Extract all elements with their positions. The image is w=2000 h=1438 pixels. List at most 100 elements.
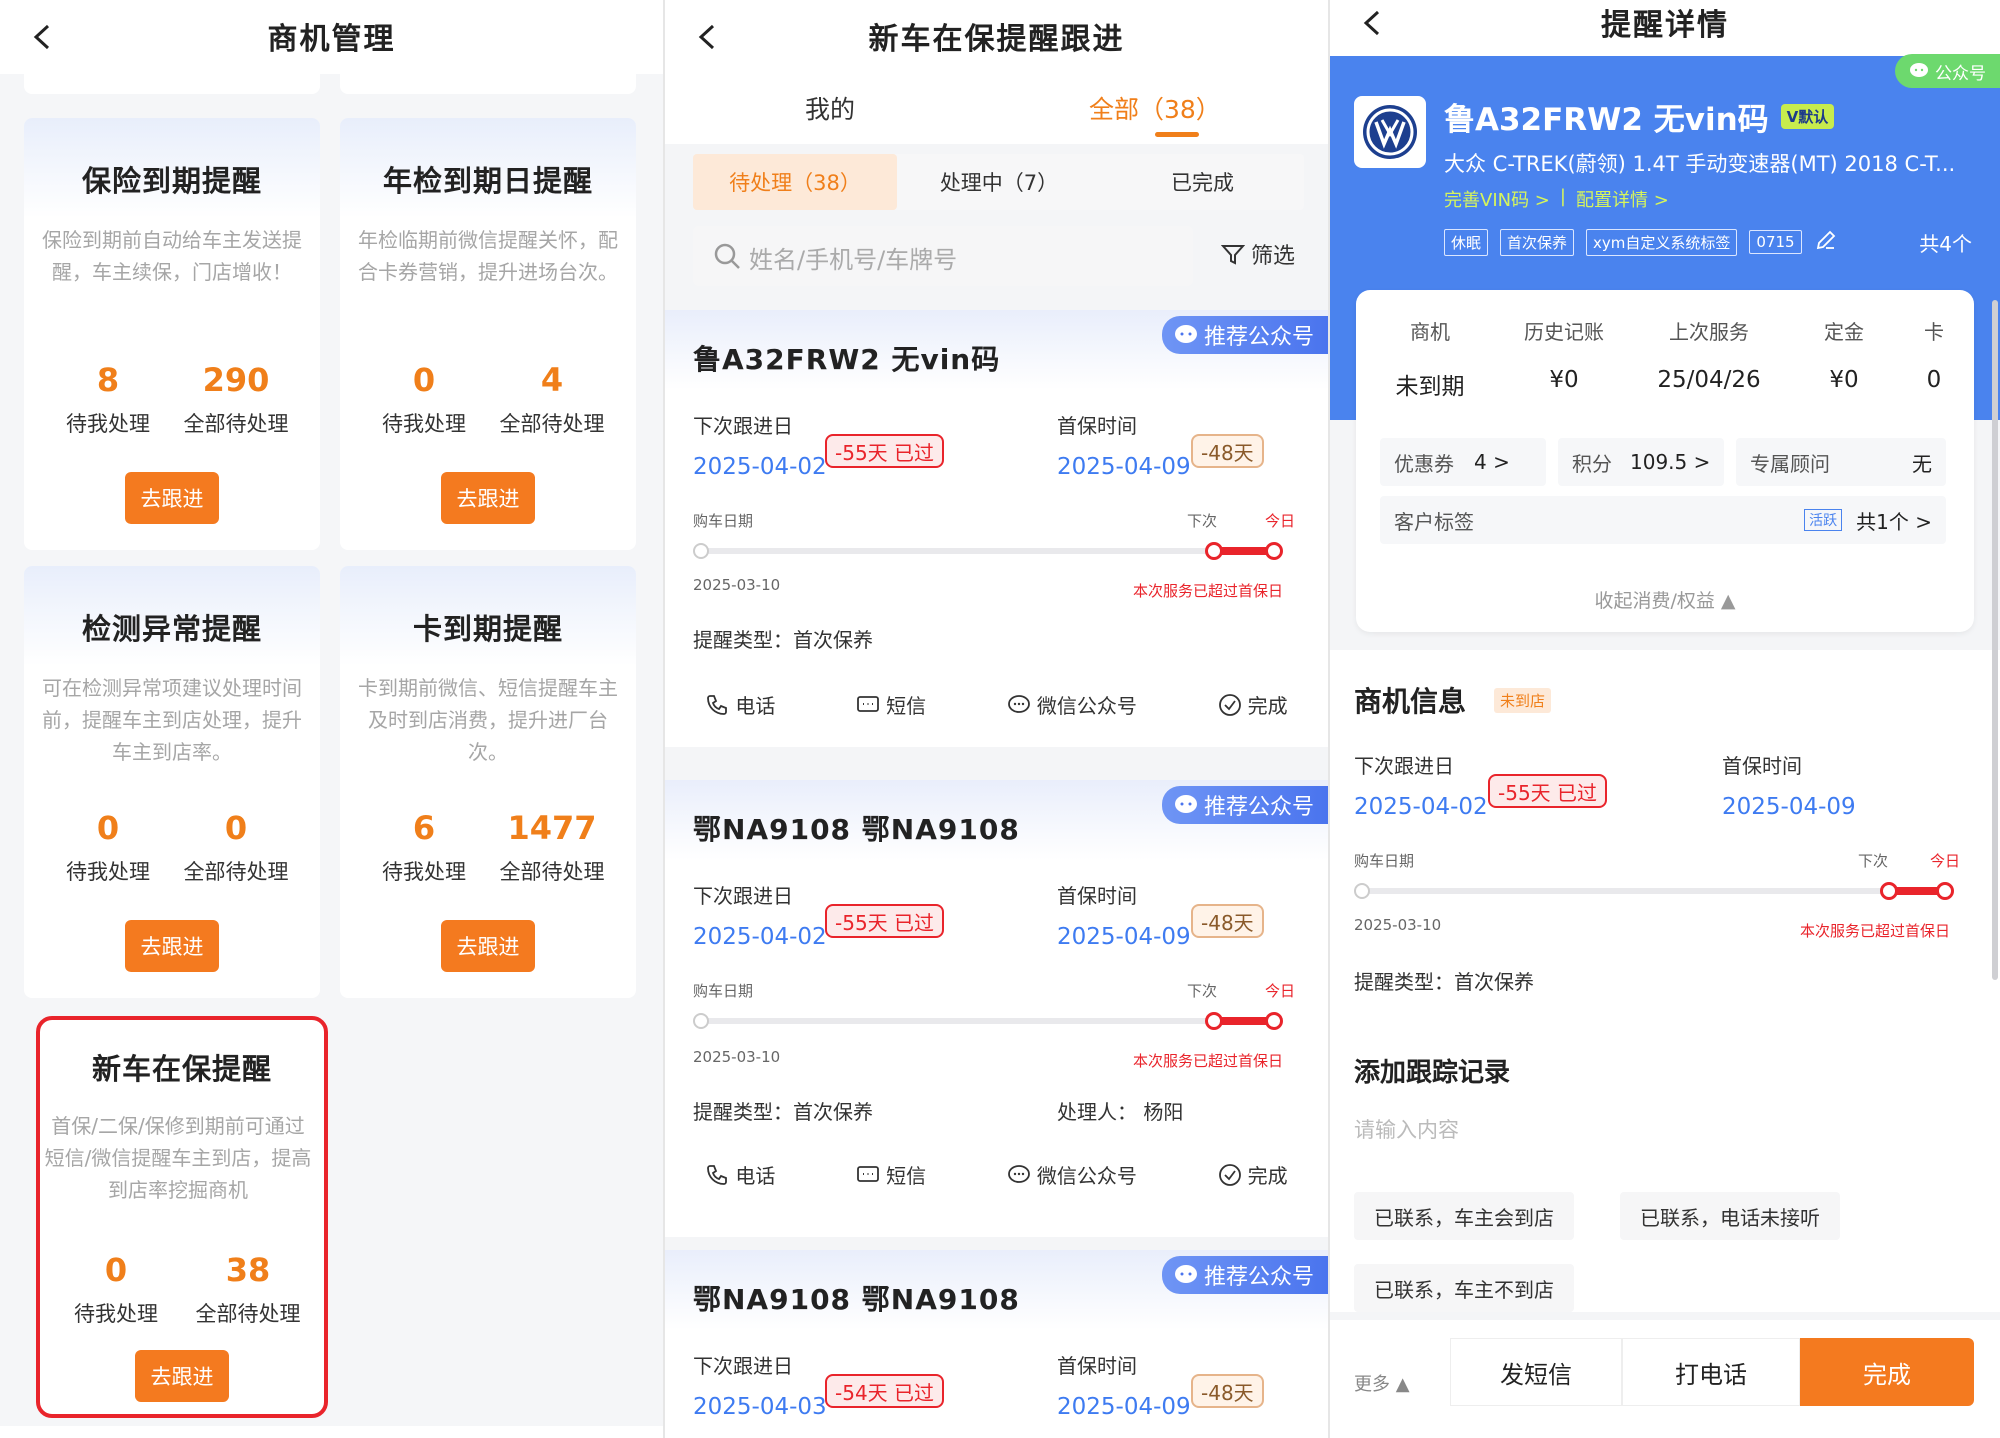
stat-number: 4: [540, 361, 564, 399]
warranty-followup-panel: 新车在保提醒跟进 我的 全部（38） 待处理（38） 处理中（7） 已完成 姓名…: [665, 0, 1328, 1438]
message-icon: [857, 695, 880, 712]
tag-count[interactable]: 共4个: [1919, 228, 1972, 257]
reminder-type: 提醒类型：首次保养: [693, 1100, 873, 1124]
chat-bubble-icon: [1174, 795, 1197, 813]
follow-up-button[interactable]: 去跟进: [135, 1350, 229, 1402]
next-followup-date: 2025-04-02: [693, 924, 827, 950]
customer-tag-row[interactable]: 客户标签 活跃 共1个 >: [1380, 496, 1946, 544]
subtab-processing[interactable]: 处理中（7）: [897, 154, 1101, 210]
collapse-benefits-toggle[interactable]: 收起消费/权益 ▲: [1356, 586, 1974, 613]
config-detail-link[interactable]: 配置详情 >: [1576, 186, 1669, 212]
recommend-official-account-badge[interactable]: 推荐公众号: [1161, 316, 1328, 354]
my-pending-stat[interactable]: 6 待我处理: [360, 806, 488, 886]
card-expiry-card[interactable]: 卡到期提醒 卡到期前微信、短信提醒车主及时到店消费，提升进厂台次。 6 待我处理 …: [340, 566, 636, 998]
info-business: 商机 未到期: [1395, 320, 1465, 400]
all-pending-stat[interactable]: 0 全部待处理: [172, 806, 300, 886]
sms-action[interactable]: 短信: [856, 690, 926, 719]
vehicle-links: 完善VIN码 > | 配置详情 >: [1444, 186, 1669, 212]
first-service-date: 2025-04-09: [1057, 924, 1191, 950]
recommend-official-account-badge[interactable]: 推荐公众号: [1161, 786, 1328, 824]
wechat-action[interactable]: 微信公众号: [1007, 1160, 1137, 1189]
chat-bubble-icon: [1007, 694, 1030, 713]
days-badge: -48天: [1191, 434, 1264, 468]
tag: 首次保养: [1500, 228, 1575, 256]
quick-reply-chip[interactable]: 已联系，车主不到店: [1354, 1264, 1574, 1312]
chat-bubble-icon: [1174, 1265, 1197, 1283]
tab-mine[interactable]: 我的: [805, 90, 855, 126]
quick-reply-chip[interactable]: 已联系，电话未接听: [1620, 1192, 1840, 1240]
follow-up-button[interactable]: 去跟进: [125, 472, 219, 524]
follow-up-button[interactable]: 去跟进: [441, 472, 535, 524]
first-service-label: 首保时间: [1057, 884, 1137, 908]
vehicle-model: 大众 C-TREK(蔚领) 1.4T 手动变速器(MT) 2018 C-T...: [1444, 152, 1956, 176]
my-pending-stat[interactable]: 0 待我处理: [360, 358, 488, 438]
info-deposit[interactable]: 定金 ¥0: [1794, 316, 1894, 401]
overdue-badge: -55天 已过: [825, 434, 945, 468]
action-label: 微信公众号: [1036, 1164, 1137, 1188]
recommend-official-account-badge[interactable]: 推荐公众号: [1161, 1256, 1328, 1294]
card-stub: [340, 74, 636, 94]
search-input[interactable]: 姓名/手机号/车牌号: [693, 226, 1193, 286]
info-card[interactable]: 卡0: [1894, 316, 1974, 401]
coupon-pill[interactable]: 优惠券 4 >: [1380, 438, 1546, 486]
inspection-anomaly-card[interactable]: 检测异常提醒 可在检测异常项建议处理时间前，提醒车主到店处理，提升车主到店率。 …: [24, 566, 320, 998]
advisor-pill[interactable]: 专属顾问无: [1736, 438, 1946, 486]
points-pill[interactable]: 积分 109.5 >: [1558, 438, 1724, 486]
reminder-type: 提醒类型：首次保养: [693, 628, 873, 652]
purchase-date-label: 购车日期: [693, 982, 754, 1000]
plate-number: 鲁A32FRW2 无vin码: [693, 343, 1001, 376]
next-followup-date: 2025-04-02: [1354, 794, 1488, 820]
send-sms-button[interactable]: 发短信: [1450, 1338, 1622, 1406]
info-history-bill[interactable]: 历史记账 ¥0: [1504, 316, 1624, 401]
subtab-done[interactable]: 已完成: [1101, 154, 1304, 210]
tracking-input[interactable]: 请输入内容: [1354, 1114, 1459, 1144]
header: 提醒详情: [1330, 0, 2000, 56]
my-pending-stat[interactable]: 0 待我处理: [51, 1248, 181, 1328]
all-pending-stat[interactable]: 38 全部待处理: [183, 1248, 313, 1328]
first-service-date: 2025-04-09: [1057, 454, 1191, 480]
reminder-record[interactable]: 鲁A32FRW2 无vin码 推荐公众号 下次跟进日 2025-04-02 -5…: [665, 310, 1328, 747]
wechat-action[interactable]: 微信公众号: [1007, 690, 1137, 719]
tab-all[interactable]: 全部（38）: [1089, 90, 1221, 126]
complete-button[interactable]: 完成: [1800, 1338, 1974, 1406]
tag: 休眠: [1444, 228, 1489, 256]
first-service-label: 首保时间: [1057, 414, 1137, 438]
call-button[interactable]: 打电话: [1622, 1338, 1800, 1406]
stat-number: 0: [224, 809, 248, 847]
edit-tags-button[interactable]: [1814, 228, 1838, 256]
filter-button[interactable]: 筛选: [1221, 238, 1295, 270]
subtab-pending[interactable]: 待处理（38）: [693, 154, 897, 210]
bottom-action-bar: 更多 ▲ 发短信 打电话 完成: [1330, 1320, 2000, 1426]
reminder-record[interactable]: 鄂NA9108 鄂NA9108 推荐公众号 下次跟进日 2025-04-02 -…: [665, 780, 1328, 1237]
my-pending-stat[interactable]: 8 待我处理: [44, 358, 172, 438]
complete-action[interactable]: 完成: [1218, 1160, 1288, 1189]
scrollbar[interactable]: [1992, 300, 1998, 980]
call-action[interactable]: 电话: [705, 1160, 775, 1189]
my-pending-stat[interactable]: 0 待我处理: [44, 806, 172, 886]
all-pending-stat[interactable]: 4 全部待处理: [488, 358, 616, 438]
insurance-expiry-card[interactable]: 保险到期提醒 保险到期前自动给车主发送提醒，车主续保，门店增收！ 8 待我处理 2…: [24, 118, 320, 550]
card-title: 年检到期日提醒: [382, 164, 593, 198]
official-account-badge[interactable]: 公众号: [1895, 54, 2000, 88]
sms-action[interactable]: 短信: [856, 1160, 926, 1189]
follow-up-button[interactable]: 去跟进: [125, 920, 219, 972]
page-title: 商机管理: [267, 22, 396, 57]
complete-vin-link[interactable]: 完善VIN码 >: [1444, 186, 1550, 212]
chat-bubble-icon: [1910, 63, 1928, 77]
header: 商机管理: [0, 0, 663, 74]
info-last-service[interactable]: 上次服务 25/04/26: [1624, 316, 1794, 401]
status-badge: 未到店: [1494, 688, 1552, 713]
quick-reply-chip[interactable]: 已联系，车主会到店: [1354, 1192, 1574, 1240]
more-button[interactable]: 更多 ▲: [1354, 1370, 1410, 1396]
timeline-next-dot: [1205, 542, 1223, 560]
call-action[interactable]: 电话: [705, 690, 775, 719]
annual-inspection-card[interactable]: 年检到期日提醒 年检临期前微信提醒关怀，配合卡券营销，提升进场台次。 0 待我处理…: [340, 118, 636, 550]
reminder-record[interactable]: 鄂NA9108 鄂NA9108 推荐公众号 下次跟进日 2025-04-03 -…: [665, 1250, 1328, 1426]
all-pending-stat[interactable]: 1477 全部待处理: [488, 806, 616, 886]
all-pending-stat[interactable]: 290 全部待处理: [172, 358, 300, 438]
vehicle-plate: 鲁A32FRW2 无vin码 V默认: [1444, 94, 1835, 139]
follow-up-button[interactable]: 去跟进: [441, 920, 535, 972]
timeline-track: [703, 548, 1265, 554]
new-car-warranty-card[interactable]: 新车在保提醒 首保/二保/保修到期前可通过短信/微信提醒车主到店，提高到店率挖掘…: [36, 1016, 328, 1418]
complete-action[interactable]: 完成: [1218, 690, 1288, 719]
